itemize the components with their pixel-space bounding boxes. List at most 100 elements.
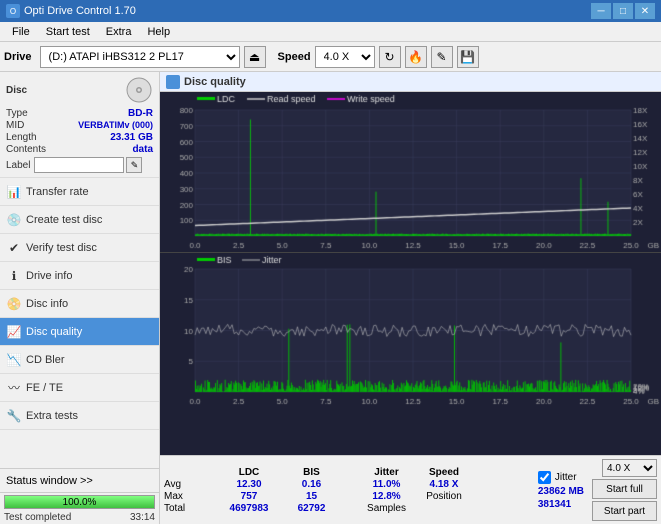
nav-items: 📊 Transfer rate 💿 Create test disc ✔ Ver… [0, 178, 159, 468]
position-value-row: 23862 MB [538, 486, 584, 497]
position-value: 23862 MB [538, 486, 584, 497]
disc-quality-icon: 📈 [6, 324, 22, 340]
stats-right: Jitter 23862 MB 381341 [538, 471, 584, 510]
sidebar-item-create-test-disc[interactable]: 💿 Create test disc [0, 206, 159, 234]
start-part-button[interactable]: Start part [592, 501, 657, 521]
speed-label: Speed [278, 51, 311, 63]
close-button[interactable]: ✕ [635, 3, 655, 19]
disc-length-row: Length 23.31 GB [6, 132, 153, 143]
fe-te-icon: 〰 [6, 380, 22, 396]
stats-col-speed: Speed [414, 467, 474, 478]
transfer-rate-icon: 📊 [6, 184, 22, 200]
menu-extra[interactable]: Extra [98, 24, 140, 40]
sidebar-item-extra-tests-label: Extra tests [26, 410, 78, 422]
stats-col-bis: BIS [284, 467, 339, 478]
menu-help[interactable]: Help [139, 24, 178, 40]
stats-controls: 4.0 X Start full Start part [592, 459, 657, 521]
speed-select[interactable]: 4.0 X [315, 46, 375, 68]
stats-max-row: Max 757 15 12.8% Position [164, 491, 530, 502]
progress-bar: 100.0% [4, 495, 155, 509]
progress-text: 100.0% [5, 496, 154, 510]
sidebar-item-drive-info[interactable]: ℹ Drive info [0, 262, 159, 290]
burn-button[interactable]: 🔥 [405, 46, 427, 68]
app-icon: O [6, 4, 20, 18]
app-title: Opti Drive Control 1.70 [24, 5, 136, 17]
minimize-button[interactable]: ─ [591, 3, 611, 19]
stats-total-bis: 62792 [284, 503, 339, 514]
main-layout: Disc Type BD-R MID VERBATIMv (000) Lengt… [0, 72, 661, 524]
stats-table: LDC BIS Jitter Speed Avg 12.30 0.16 11.0… [164, 467, 530, 514]
stats-total-row: Total 4697983 62792 Samples [164, 503, 530, 514]
disc-length-value: 23.31 GB [110, 132, 153, 143]
status-text-row: Test completed 33:14 [0, 511, 159, 524]
stats-max-jitter: 12.8% [359, 491, 414, 502]
eject-button[interactable]: ⏏ [244, 46, 266, 68]
disc-contents-row: Contents data [6, 144, 153, 155]
save-button[interactable]: 💾 [457, 46, 479, 68]
create-test-disc-icon: 💿 [6, 212, 22, 228]
samples-value-row: 381341 [538, 499, 584, 510]
disc-label-input[interactable] [34, 157, 124, 173]
sidebar-item-drive-info-label: Drive info [26, 270, 72, 282]
status-completed-text: Test completed [4, 512, 71, 523]
stats-samples-label: Samples [359, 503, 414, 514]
status-window-button[interactable]: Status window >> [0, 469, 159, 493]
disc-label-label: Label [6, 160, 30, 171]
edit-button[interactable]: ✎ [431, 46, 453, 68]
sidebar-item-cd-bler-label: CD Bler [26, 354, 65, 366]
verify-test-disc-icon: ✔ [6, 240, 22, 256]
menu-file[interactable]: File [4, 24, 38, 40]
jitter-checkbox[interactable] [538, 471, 551, 484]
jitter-label: Jitter [555, 472, 577, 483]
disc-label-edit-button[interactable]: ✎ [126, 157, 142, 173]
stats-avg-speed: 4.18 X [414, 479, 474, 490]
stats-avg-row: Avg 12.30 0.16 11.0% 4.18 X [164, 479, 530, 490]
stats-col-jitter: Jitter [359, 467, 414, 478]
disc-contents-value: data [132, 144, 153, 155]
title-bar: O Opti Drive Control 1.70 ─ □ ✕ [0, 0, 661, 22]
content-area: Disc quality LDC BIS [160, 72, 661, 524]
sidebar-item-create-test-disc-label: Create test disc [26, 214, 102, 226]
charts-area [160, 92, 661, 455]
disc-section-title: Disc [6, 85, 27, 96]
sidebar-item-cd-bler[interactable]: 📉 CD Bler [0, 346, 159, 374]
stats-avg-ldc: 12.30 [214, 479, 284, 490]
stats-total-label: Total [164, 503, 214, 514]
drive-select[interactable]: (D:) ATAPI iHBS312 2 PL17 [40, 46, 240, 68]
disc-contents-label: Contents [6, 144, 46, 155]
sidebar-bottom: Status window >> 100.0% Test completed 3… [0, 468, 159, 524]
sidebar-item-verify-test-disc[interactable]: ✔ Verify test disc [0, 234, 159, 262]
disc-mid-row: MID VERBATIMv (000) [6, 120, 153, 131]
menu-bar: File Start test Extra Help [0, 22, 661, 42]
drive-label: Drive [4, 51, 32, 63]
stats-position-label: Position [414, 491, 474, 502]
sidebar-item-extra-tests[interactable]: 🔧 Extra tests [0, 402, 159, 430]
drive-info-icon: ℹ [6, 268, 22, 284]
stats-max-label: Max [164, 491, 214, 502]
toolbar: Drive (D:) ATAPI iHBS312 2 PL17 ⏏ Speed … [0, 42, 661, 72]
extra-tests-icon: 🔧 [6, 408, 22, 424]
cd-bler-icon: 📉 [6, 352, 22, 368]
sidebar-item-fe-te[interactable]: 〰 FE / TE [0, 374, 159, 402]
start-full-button[interactable]: Start full [592, 479, 657, 499]
stats-col-spacer [339, 467, 359, 478]
stats-total-ldc: 4697983 [214, 503, 284, 514]
refresh-button[interactable]: ↻ [379, 46, 401, 68]
stats-row: LDC BIS Jitter Speed Avg 12.30 0.16 11.0… [164, 459, 657, 521]
status-time: 33:14 [130, 512, 155, 523]
menu-start-test[interactable]: Start test [38, 24, 98, 40]
disc-quality-header-icon [166, 75, 180, 89]
disc-mid-label: MID [6, 120, 24, 131]
disc-svg-icon [125, 76, 153, 104]
bottom-chart [160, 253, 661, 408]
sidebar-item-transfer-rate[interactable]: 📊 Transfer rate [0, 178, 159, 206]
top-chart [160, 92, 661, 252]
sidebar-item-verify-test-disc-label: Verify test disc [26, 242, 97, 254]
sidebar-item-disc-quality[interactable]: 📈 Disc quality [0, 318, 159, 346]
stats-speed-select[interactable]: 4.0 X [602, 459, 657, 477]
sidebar-item-transfer-rate-label: Transfer rate [26, 186, 89, 198]
sidebar-item-fe-te-label: FE / TE [26, 382, 63, 394]
stats-avg-bis: 0.16 [284, 479, 339, 490]
sidebar-item-disc-info[interactable]: 📀 Disc info [0, 290, 159, 318]
maximize-button[interactable]: □ [613, 3, 633, 19]
